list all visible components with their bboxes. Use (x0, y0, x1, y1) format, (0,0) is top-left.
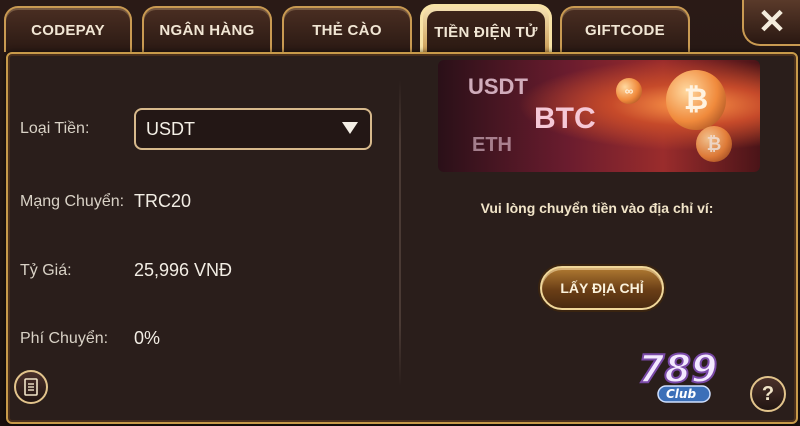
tab-label: NGÂN HÀNG (159, 21, 255, 39)
bitcoin-coin-small-icon: ₿ (696, 126, 732, 162)
bitcoin-coin-icon: ₿ (666, 70, 726, 130)
tab-bank[interactable]: NGÂN HÀNG (142, 6, 272, 52)
tab-giftcode[interactable]: GIFTCODE (560, 6, 690, 52)
tab-label: CODEPAY (31, 21, 105, 39)
banner-btc: BTC (534, 102, 596, 135)
game-dialog: CODEPAY NGÂN HÀNG THẺ CÀO TIỀN ĐIỆN TỬ G… (0, 0, 800, 426)
currency-select[interactable]: USDT (134, 108, 372, 150)
ripple-coin-icon: ∞ (616, 78, 642, 104)
instruction-text: Vui lòng chuyển tiền vào địa chỉ ví: (480, 200, 714, 216)
dropdown-arrow-icon (342, 122, 358, 134)
document-icon (24, 378, 38, 396)
svg-text:Club: Club (666, 387, 696, 401)
network-label: Mạng Chuyển: (20, 193, 125, 210)
currency-label: Loại Tiền: (20, 120, 90, 137)
rate-value: 25,996 VNĐ (134, 260, 233, 280)
help-button[interactable]: ? (750, 376, 786, 412)
fee-label: Phí Chuyển: (20, 330, 109, 347)
help-icon: ? (761, 382, 775, 405)
crypto-banner: USDT BTC ETH ∞ ₿ ₿ (438, 60, 760, 172)
tab-label: TIỀN ĐIỆN TỬ (434, 24, 538, 41)
history-button[interactable] (14, 370, 48, 404)
tab-label: THẺ CÀO (312, 21, 382, 39)
banner-usdt: USDT (468, 74, 528, 99)
divider (399, 80, 401, 386)
tab-crypto[interactable]: TIỀN ĐIỆN TỬ (420, 4, 552, 54)
get-address-label: LẤY ĐỊA CHỈ (560, 280, 644, 296)
tab-card[interactable]: THẺ CÀO (282, 6, 412, 52)
banner-eth: ETH (472, 134, 512, 156)
rate-label: Tỷ Giá: (20, 262, 72, 279)
currency-value: USDT (146, 118, 195, 139)
tab-label: GIFTCODE (585, 21, 665, 39)
get-address-button[interactable]: LẤY ĐỊA CHỈ (540, 266, 664, 310)
tab-codepay[interactable]: CODEPAY (4, 6, 132, 52)
network-value: TRC20 (134, 191, 192, 211)
club-logo: 789 Club (636, 338, 722, 408)
close-button[interactable]: ✕ (742, 0, 800, 46)
svg-text:789: 789 (638, 347, 717, 391)
fee-value: 0% (134, 328, 161, 348)
close-icon: ✕ (757, 3, 787, 41)
